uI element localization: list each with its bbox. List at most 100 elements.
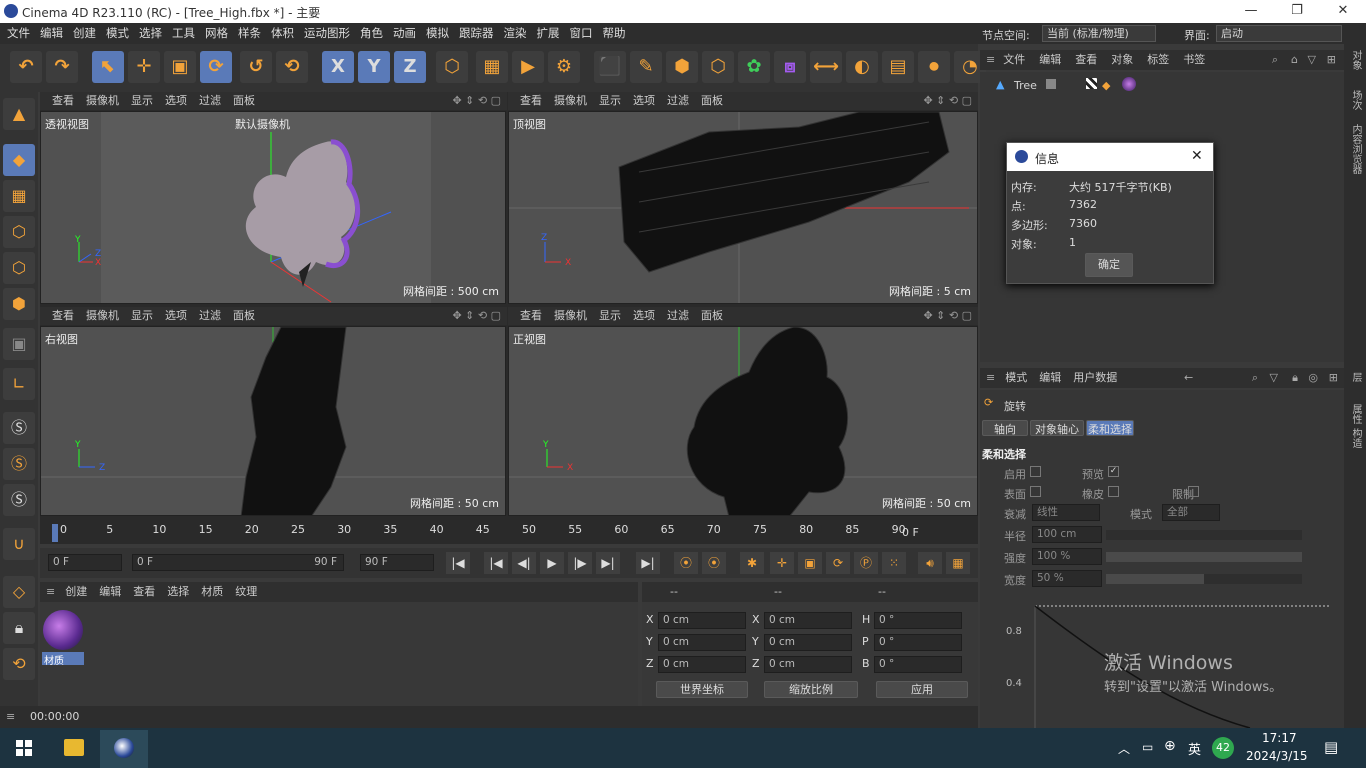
viewport-menu-item[interactable]: 过滤 xyxy=(199,94,221,107)
prev-frame-icon[interactable]: ◀| xyxy=(512,552,536,574)
side-tab[interactable]: 属性 xyxy=(1348,404,1363,424)
back-arrow-icon[interactable]: ← xyxy=(1184,368,1193,388)
viewport-menu-item[interactable]: 选项 xyxy=(633,94,655,107)
mode-select[interactable]: 全部 xyxy=(1162,504,1220,521)
viewport-menu-item[interactable]: 摄像机 xyxy=(86,309,119,322)
attribute-menu-item[interactable]: 模式 xyxy=(1005,371,1027,384)
history-icon[interactable]: ↺ xyxy=(240,51,272,83)
limit-checkbox[interactable] xyxy=(1188,486,1199,497)
render-view-icon[interactable]: ▦ xyxy=(476,51,508,83)
node-space-select[interactable]: 当前 (标准/物理) xyxy=(1042,25,1156,42)
preview-checkbox[interactable]: ✓ xyxy=(1108,466,1119,477)
coord-value-field[interactable]: 0 cm xyxy=(658,634,746,651)
viewport-menu-item[interactable]: 面板 xyxy=(233,309,255,322)
render-icon[interactable]: ▶ xyxy=(512,51,544,83)
enable-checkbox[interactable] xyxy=(1030,466,1041,477)
viewport-menu-item[interactable]: 查看 xyxy=(52,309,74,322)
clock-time[interactable]: 17:17 xyxy=(1262,731,1297,745)
playhead[interactable] xyxy=(52,524,58,542)
viewport-menu-item[interactable]: 过滤 xyxy=(667,309,689,322)
viewport-menu-item[interactable]: 选项 xyxy=(165,94,187,107)
object-menu-item[interactable]: 对象 xyxy=(1111,53,1133,66)
object-menu-item[interactable]: 文件 xyxy=(1003,53,1025,66)
object-menu-item[interactable]: 查看 xyxy=(1075,53,1097,66)
pen-icon[interactable]: ✎ xyxy=(630,51,662,83)
rotate-icon[interactable]: ⟳ xyxy=(200,51,232,83)
lock-icon[interactable]: 🔒︎ xyxy=(1292,368,1298,388)
hamburger-icon[interactable]: ≡ xyxy=(986,371,995,384)
material-menu-item[interactable]: 创建 xyxy=(65,585,87,598)
current-frame-field[interactable]: 0 F xyxy=(48,554,122,571)
width-field[interactable]: 50 % xyxy=(1032,570,1102,587)
tab-object-axis[interactable]: 对象轴心 xyxy=(1030,420,1084,436)
coord-value-field[interactable]: 0 cm xyxy=(764,612,852,629)
points-mode-icon[interactable]: ⬡ xyxy=(3,216,35,248)
x-axis-icon[interactable]: X xyxy=(322,51,354,83)
viewport-front[interactable]: YX 正视图 网格间距 : 50 cm xyxy=(508,326,978,516)
menu-item[interactable]: 扩展 xyxy=(532,23,565,44)
viewport-menu-item[interactable]: 过滤 xyxy=(199,309,221,322)
material-tag-icon[interactable] xyxy=(1122,77,1136,91)
menu-item[interactable]: 帮助 xyxy=(598,23,631,44)
apply-button[interactable]: 应用 xyxy=(876,681,968,698)
battery-icon[interactable]: ▭ xyxy=(1142,740,1153,754)
coord-value-field[interactable]: 0 cm xyxy=(658,656,746,673)
attribute-menu-item[interactable]: 编辑 xyxy=(1039,371,1061,384)
network-icon[interactable]: ⊕ xyxy=(1164,738,1176,754)
hamburger-icon[interactable]: ≡ xyxy=(46,585,55,598)
z-axis-icon[interactable]: Z xyxy=(394,51,426,83)
menu-item[interactable]: 编辑 xyxy=(35,23,68,44)
visibility-toggle-icon[interactable] xyxy=(1046,79,1056,89)
file-explorer-icon[interactable] xyxy=(64,739,84,756)
attribute-menu-item[interactable]: 用户数据 xyxy=(1073,371,1117,384)
viewport-nav-icons[interactable]: ✥ ⇕ ⟲ ▢ xyxy=(923,307,972,325)
redo-icon[interactable]: ↷ xyxy=(46,51,78,83)
menu-item[interactable]: 跟踪器 xyxy=(454,23,499,44)
side-tab[interactable]: 对象 xyxy=(1348,50,1363,70)
menu-item[interactable]: 选择 xyxy=(134,23,167,44)
viewport-menu-item[interactable]: 显示 xyxy=(599,94,621,107)
film-icon[interactable]: ▦ xyxy=(946,552,970,574)
make-editable-icon[interactable]: ▲ xyxy=(3,98,35,130)
menu-item[interactable]: 样条 xyxy=(233,23,266,44)
workplane-icon[interactable]: ◇ xyxy=(3,576,35,608)
clock-date[interactable]: 2024/3/15 xyxy=(1246,749,1308,763)
viewport-menu-item[interactable]: 查看 xyxy=(520,94,542,107)
workplane-mode-icon[interactable]: ⟲ xyxy=(3,648,35,680)
new-panel-icon[interactable]: ⊞ xyxy=(1327,50,1336,70)
timeline-ruler[interactable]: 0 5 10 15 20 25 30 35 40 45 50 55 60 65 70 75 80 85 90 0 F xyxy=(40,522,978,544)
menu-item[interactable]: 渲染 xyxy=(499,23,532,44)
viewport-menu-item[interactable]: 显示 xyxy=(131,94,153,107)
menu-item[interactable]: 窗口 xyxy=(565,23,598,44)
filter-icon[interactable]: ▽ xyxy=(1308,50,1316,70)
texture-mode-icon[interactable]: ▦ xyxy=(3,180,35,212)
surface-checkbox[interactable] xyxy=(1030,486,1041,497)
scale-icon[interactable]: ▣ xyxy=(164,51,196,83)
width-slider[interactable] xyxy=(1106,574,1302,584)
coord-value-field[interactable]: 0 ° xyxy=(874,634,962,651)
side-tab[interactable]: 内容浏览器 xyxy=(1348,124,1363,174)
coord-value-field[interactable]: 0 cm xyxy=(764,634,852,651)
ok-button[interactable]: 确定 xyxy=(1085,253,1133,277)
goto-end-icon[interactable]: ▶| xyxy=(636,552,660,574)
uv-mode-icon[interactable]: ▣ xyxy=(3,328,35,360)
snap-settings-icon[interactable]: Ⓢ xyxy=(3,448,35,480)
record-icon[interactable]: ⦿ xyxy=(674,552,698,574)
render-settings-icon[interactable]: ⚙ xyxy=(548,51,580,83)
viewport-menu-item[interactable]: 面板 xyxy=(701,94,723,107)
viewport-menu-item[interactable]: 显示 xyxy=(131,309,153,322)
radius-slider[interactable] xyxy=(1106,530,1302,540)
strength-slider[interactable] xyxy=(1106,552,1302,562)
select-icon[interactable]: ⬉ xyxy=(92,51,124,83)
menu-item[interactable]: 动画 xyxy=(388,23,421,44)
viewport-right[interactable]: YZ 右视图 网格间距 : 50 cm xyxy=(40,326,506,516)
close-button[interactable]: ✕ xyxy=(1320,0,1366,23)
viewport-nav-icons[interactable]: ✥ ⇕ ⟲ ▢ xyxy=(452,307,501,325)
autokey-icon[interactable]: ⦿ xyxy=(702,552,726,574)
recent-icon[interactable]: ⟲ xyxy=(276,51,308,83)
coord-value-field[interactable]: 0 cm xyxy=(764,656,852,673)
polygons-mode-icon[interactable]: ⬢ xyxy=(3,288,35,320)
viewport-menu-item[interactable]: 摄像机 xyxy=(554,94,587,107)
coord-icon[interactable]: ⬡ xyxy=(436,51,468,83)
rubber-checkbox[interactable] xyxy=(1108,486,1119,497)
